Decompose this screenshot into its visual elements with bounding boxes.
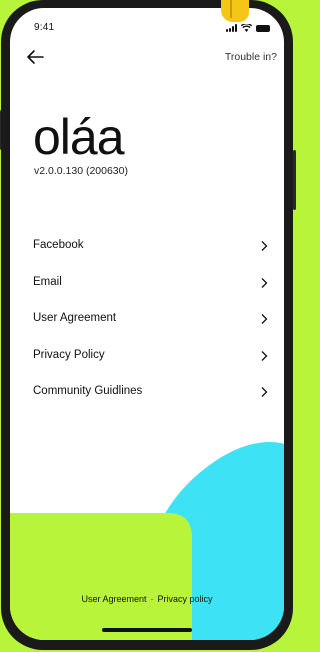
menu-item-user-agreement[interactable]: User Agreement (10, 308, 284, 345)
menu-item-label: Facebook (33, 239, 84, 251)
brand-logo: oláa (33, 109, 125, 165)
chevron-right-icon (261, 241, 268, 251)
menu-item-community-guidelines[interactable]: Community Guidlines (10, 381, 284, 418)
settings-menu: Facebook Email User Agreement Privacy Po… (10, 235, 284, 418)
footer-privacy-policy-link[interactable]: Privacy policy (158, 594, 213, 604)
home-indicator[interactable] (102, 628, 192, 632)
menu-item-facebook[interactable]: Facebook (10, 235, 284, 272)
volume-button (0, 110, 1, 150)
status-icons (226, 24, 270, 32)
chevron-right-icon (261, 277, 268, 288)
footer-links: User Agreement · Privacy policy (10, 594, 284, 604)
top-nav: Trouble in? (10, 46, 284, 70)
chevron-right-icon (261, 387, 268, 397)
hand-graphic (221, 0, 249, 22)
back-arrow-icon[interactable] (26, 49, 44, 65)
footer-user-agreement-link[interactable]: User Agreement (81, 594, 146, 604)
trouble-in-link[interactable]: Trouble in? (225, 51, 277, 63)
phone-frame: 9:41 Trouble in? oláa v2.0.0.130 (200630… (0, 0, 296, 650)
menu-item-label: Email (33, 275, 62, 288)
footer-separator: · (150, 594, 154, 604)
chevron-right-icon (261, 314, 268, 324)
status-time: 9:41 (34, 22, 55, 33)
app-screen: 9:41 Trouble in? oláa v2.0.0.130 (200630… (10, 8, 284, 640)
green-block-shape (10, 513, 192, 640)
menu-item-label: Community Guidlines (33, 385, 143, 397)
power-button (293, 150, 296, 210)
app-version: v2.0.0.130 (200630) (34, 165, 128, 177)
signal-icon (226, 24, 237, 32)
chevron-right-icon (261, 350, 268, 361)
menu-item-privacy-policy[interactable]: Privacy Policy (10, 345, 284, 382)
menu-item-label: Privacy Policy (33, 348, 105, 361)
wifi-icon (241, 24, 252, 32)
menu-item-email[interactable]: Email (10, 272, 284, 309)
menu-item-label: User Agreement (33, 312, 117, 324)
battery-icon (256, 24, 270, 32)
